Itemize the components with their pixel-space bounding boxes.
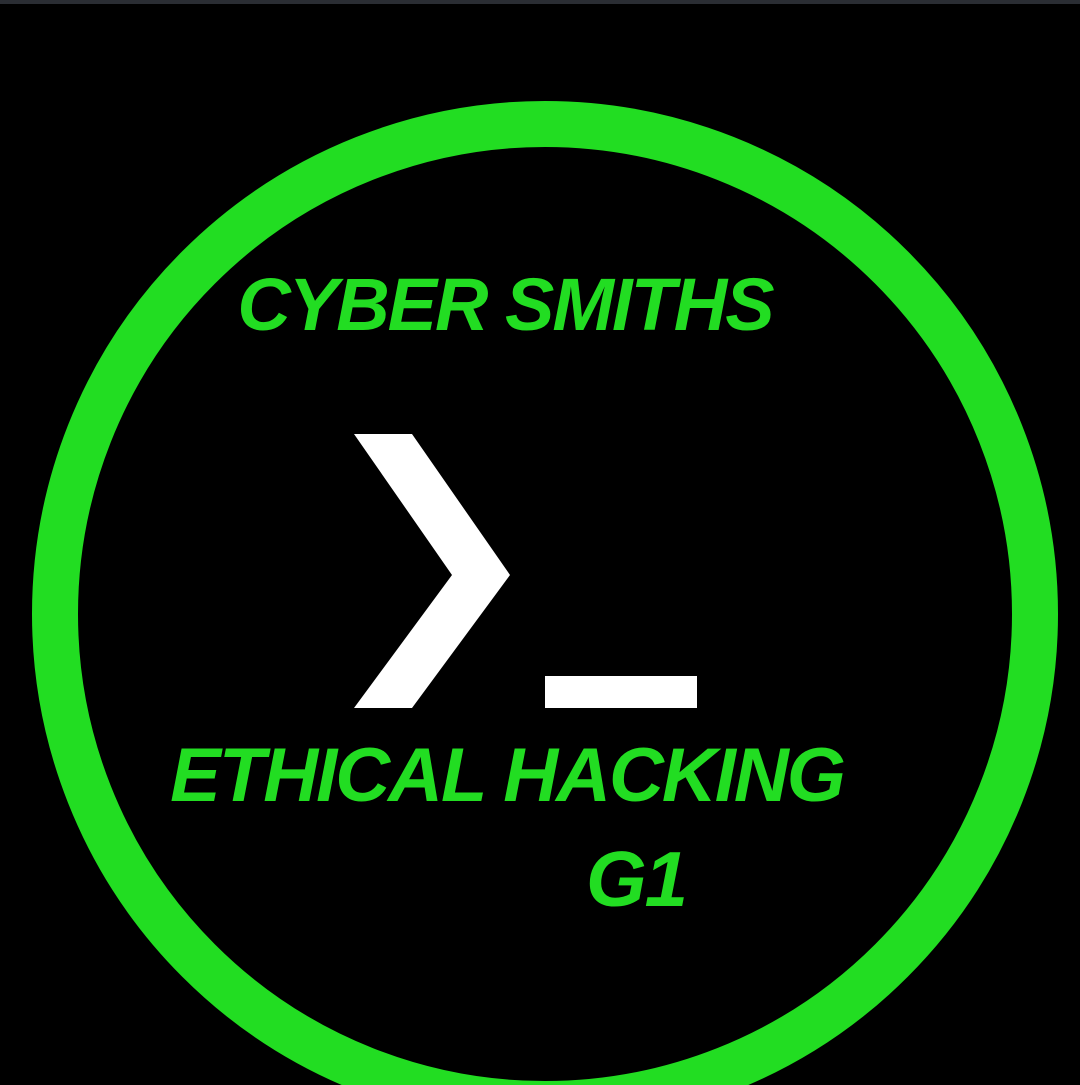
terminal-prompt-icon	[354, 434, 697, 708]
logo-grade-label: G1	[586, 835, 688, 923]
logo-title-ethical-hacking: ETHICAL HACKING	[170, 733, 846, 818]
prompt-cursor	[545, 676, 697, 708]
logo-canvas: CYBER SMITHS ETHICAL HACKING G1	[0, 0, 1080, 1085]
logo-title-cyber-smiths: CYBER SMITHS	[237, 263, 774, 346]
prompt-chevron	[354, 434, 510, 708]
top-edge-bar	[0, 0, 1080, 4]
